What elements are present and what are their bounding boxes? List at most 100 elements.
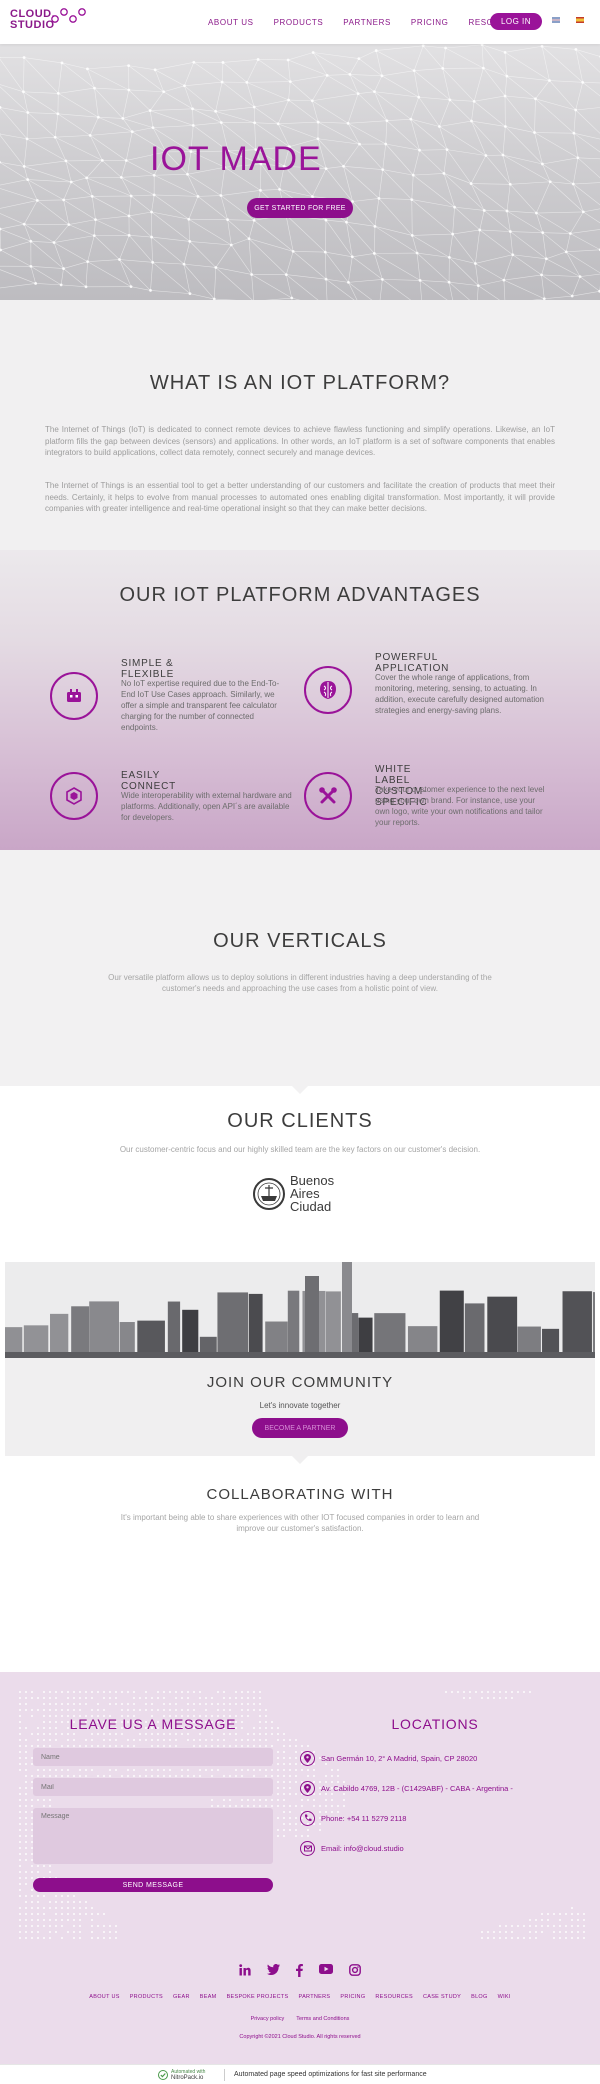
footer-link-gear[interactable]: GEAR bbox=[173, 1994, 190, 2000]
mail-field[interactable] bbox=[33, 1778, 273, 1796]
verticals-title: OUR VERTICALS bbox=[213, 930, 387, 952]
location-pin-icon bbox=[300, 1780, 315, 1796]
nitropack-badge-text: Automated with NitroPack.io bbox=[171, 2068, 206, 2081]
advantages-title: OUR IOT PLATFORM ADVANTAGES bbox=[119, 584, 481, 606]
location-email[interactable]: Email: info@cloud.studio bbox=[300, 1840, 404, 1856]
footer-link-pricing[interactable]: PRICING bbox=[340, 1994, 365, 2000]
what-is-paragraph-2: The Internet of Things is an essential t… bbox=[45, 481, 555, 513]
logo-wordmark: CLOUD. STUDIO bbox=[10, 9, 55, 31]
tools-icon bbox=[304, 772, 352, 820]
device-icon bbox=[50, 672, 98, 720]
what-is-title: WHAT IS AN IOT PLATFORM? bbox=[149, 372, 451, 394]
hexagon-icon bbox=[50, 772, 98, 820]
facebook-icon[interactable] bbox=[296, 1964, 303, 1977]
phone-icon bbox=[300, 1810, 315, 1826]
clients-title: OUR CLIENTS bbox=[227, 1110, 373, 1132]
city-skyline-image bbox=[5, 1262, 595, 1358]
badge-line-2: NitroPack.io bbox=[171, 2074, 204, 2081]
advantage-text: Cover the whole range of applications, f… bbox=[375, 673, 544, 715]
social-links bbox=[0, 1964, 600, 1977]
advantage-text: Wide interoperability with external hard… bbox=[121, 791, 292, 822]
what-is-paragraph-1: The Internet of Things (IoT) is dedicate… bbox=[45, 425, 555, 457]
twitter-icon[interactable] bbox=[267, 1964, 280, 1977]
footer-link-bespoke-projects[interactable]: BESPOKE PROJECTS bbox=[227, 1994, 289, 2000]
location-phone[interactable]: Phone: +54 11 5279 2118 bbox=[300, 1810, 406, 1826]
collaborating-section: COLLABORATING WITH It's important being … bbox=[0, 1456, 600, 1672]
email-icon bbox=[300, 1840, 315, 1856]
email-text: Email: info@cloud.studio bbox=[321, 1843, 404, 1853]
phone-text: Phone: +54 11 5279 2118 bbox=[321, 1813, 407, 1823]
buenos-aires-client-logo[interactable]: Buenos Aires Ciudad bbox=[252, 1174, 344, 1216]
footer-link-case-study[interactable]: CASE STUDY bbox=[423, 1994, 461, 2000]
footer-link-about-us[interactable]: ABOUT US bbox=[89, 1994, 119, 2000]
footer-legal-links: Privacy policy Terms and Conditions bbox=[0, 2016, 600, 2022]
logo-line-2: STUDIO bbox=[10, 19, 55, 31]
nitropack-message: Automated page speed optimizations for f… bbox=[234, 2071, 427, 2078]
linkedin-icon[interactable] bbox=[239, 1964, 251, 1977]
terms-link[interactable]: Terms and Conditions bbox=[296, 2016, 349, 2022]
footer-link-products[interactable]: PRODUCTS bbox=[130, 1994, 163, 2000]
advantage-heading: EASILY CONNECT bbox=[121, 770, 177, 792]
locations-title: LOCATIONS bbox=[391, 1716, 479, 1732]
location-pin-icon bbox=[300, 1750, 315, 1766]
hero-title: IOT MADE bbox=[150, 140, 322, 178]
verticals-text: Our versatile platform allows us to depl… bbox=[108, 973, 492, 993]
privacy-policy-link[interactable]: Privacy policy bbox=[251, 2016, 285, 2022]
message-field[interactable] bbox=[33, 1808, 273, 1864]
location-madrid: San Germán 10, 2° A Madrid, Spain, CP 28… bbox=[300, 1750, 477, 1766]
send-message-button[interactable]: SEND MESSAGE bbox=[33, 1878, 273, 1892]
footer-link-beam[interactable]: BEAM bbox=[200, 1994, 217, 2000]
clients-text: Our customer-centric focus and our highl… bbox=[119, 1145, 481, 1154]
logo-dots-icon bbox=[51, 8, 86, 23]
badge-line-1: Automated with bbox=[171, 2068, 206, 2075]
footer-link-resources[interactable]: RESOURCES bbox=[375, 1994, 413, 2000]
get-started-button[interactable]: GET STARTED FOR FREE bbox=[247, 198, 353, 218]
verticals-section: OUR VERTICALS Our versatile platform all… bbox=[0, 850, 600, 1086]
buenos-aires-seal-icon bbox=[253, 1178, 285, 1210]
what-is-iot-section: WHAT IS AN IOT PLATFORM? The Internet of… bbox=[0, 300, 600, 550]
community-subtitle: Let's innovate together bbox=[259, 1401, 341, 1410]
location-text: San Germán 10, 2° A Madrid, Spain, CP 28… bbox=[321, 1753, 478, 1763]
copyright-text: Copyright ©2021 Cloud Studio. All rights… bbox=[239, 2034, 361, 2040]
hero-section: IOT MADE GET STARTED FOR FREE bbox=[0, 44, 600, 300]
english-flag-icon[interactable] bbox=[552, 17, 560, 23]
footer-link-blog[interactable]: BLOG bbox=[471, 1994, 487, 2000]
advantage-heading: POWERFUL APPLICATION bbox=[375, 652, 450, 674]
buenos-aires-wordmark: Buenos Aires Ciudad bbox=[290, 1174, 334, 1213]
nitropack-check-icon bbox=[158, 2070, 168, 2080]
advantage-text: No IoT expertise required due to the End… bbox=[121, 679, 280, 732]
become-partner-button[interactable]: BECOME A PARTNER bbox=[252, 1418, 348, 1438]
instagram-icon[interactable] bbox=[349, 1964, 361, 1977]
nav-partners[interactable]: PARTNERS bbox=[343, 18, 391, 27]
leave-message-title: LEAVE US A MESSAGE bbox=[69, 1716, 237, 1732]
site-header: CLOUD. STUDIO ABOUT US PRODUCTS PARTNERS… bbox=[0, 0, 600, 44]
spanish-flag-icon[interactable] bbox=[576, 17, 584, 23]
footer-link-wiki[interactable]: WIKI bbox=[498, 1994, 511, 2000]
collab-text: It's important being able to share exper… bbox=[120, 1513, 480, 1533]
footer-link-partners[interactable]: PARTNERS bbox=[299, 1994, 331, 2000]
advantages-section: OUR IOT PLATFORM ADVANTAGES SIMPLE & FLE… bbox=[0, 550, 600, 850]
advantage-heading: SIMPLE & FLEXIBLE bbox=[121, 658, 175, 680]
advantage-text: Take your customer experience to the nex… bbox=[375, 785, 545, 827]
nav-about-us[interactable]: ABOUT US bbox=[208, 18, 254, 27]
name-field[interactable] bbox=[33, 1748, 273, 1766]
footer-links: ABOUT US PRODUCTS GEAR BEAM BESPOKE PROJ… bbox=[0, 1994, 600, 2000]
location-buenos-aires: Av. Cabildo 4769, 12B - (C1429ABF) - CAB… bbox=[300, 1780, 513, 1796]
brain-icon bbox=[304, 666, 352, 714]
community-section: JOIN OUR COMMUNITY Let's innovate togeth… bbox=[5, 1358, 595, 1456]
collab-title: COLLABORATING WITH bbox=[206, 1486, 394, 1503]
login-button[interactable]: LOG IN bbox=[490, 13, 542, 30]
site-footer: LEAVE US A MESSAGE SEND MESSAGE LOCATION… bbox=[0, 1672, 600, 2064]
nav-products[interactable]: PRODUCTS bbox=[274, 18, 324, 27]
cloud-studio-logo[interactable]: CLOUD. STUDIO bbox=[10, 6, 90, 38]
divider bbox=[224, 2069, 225, 2081]
community-title: JOIN OUR COMMUNITY bbox=[206, 1374, 394, 1391]
section-divider-arrow bbox=[292, 1456, 308, 1464]
youtube-icon[interactable] bbox=[319, 1964, 333, 1977]
nitropack-bar: Automated with NitroPack.io Automated pa… bbox=[0, 2064, 600, 2084]
nitropack-badge[interactable]: Automated with NitroPack.io bbox=[158, 2068, 206, 2081]
section-divider-arrow bbox=[292, 1086, 308, 1094]
nav-pricing[interactable]: PRICING bbox=[411, 18, 449, 27]
skyline-illustration bbox=[5, 1262, 595, 1358]
location-text: Av. Cabildo 4769, 12B - (C1429ABF) - CAB… bbox=[321, 1783, 513, 1793]
